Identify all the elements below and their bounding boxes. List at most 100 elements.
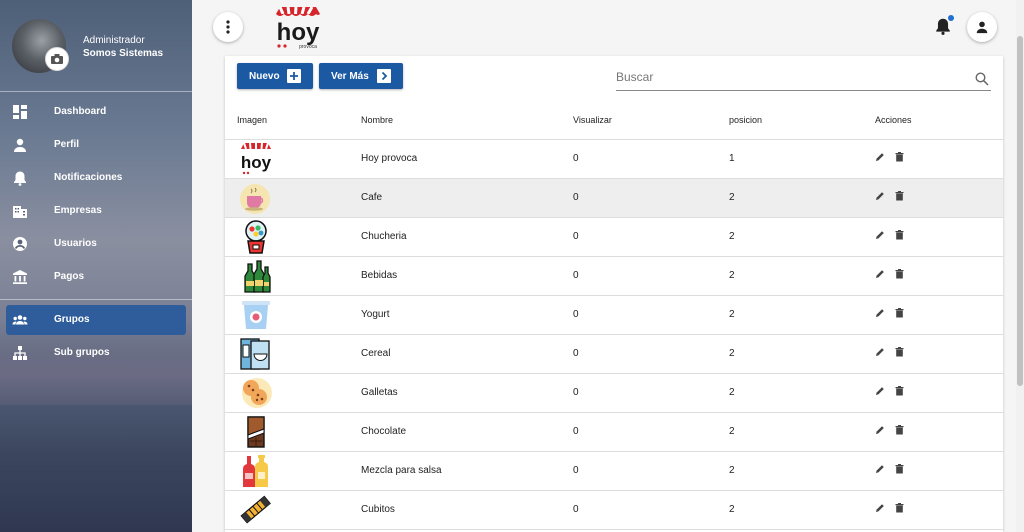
table-header-row: Imagen Nombre Visualizar posicion Accion… <box>225 101 1003 140</box>
table-row[interactable]: Cubitos 0 2 <box>225 490 1003 530</box>
view-more-button[interactable]: Ver Más <box>319 63 403 89</box>
cell-posicion: 2 <box>729 451 875 491</box>
new-button[interactable]: Nuevo <box>237 63 313 89</box>
view-more-button-label: Ver Más <box>331 70 369 82</box>
delete-icon[interactable] <box>895 386 904 396</box>
nav-label: Empresas <box>54 205 102 216</box>
edit-icon[interactable] <box>875 386 885 396</box>
nav-item-usuarios[interactable]: Usuarios <box>6 229 186 259</box>
gumball-machine-icon <box>245 219 267 254</box>
search-icon[interactable] <box>975 72 989 86</box>
cell-name: Galletas <box>361 373 573 413</box>
cell-visualizar: 0 <box>573 412 729 452</box>
delete-icon[interactable] <box>895 464 904 474</box>
notifications-button[interactable] <box>934 15 954 36</box>
user-name: Administrador Somos Sistemas <box>83 34 163 60</box>
cell-posicion: 2 <box>729 373 875 413</box>
cell-name: Chocolate <box>361 412 573 452</box>
edit-icon[interactable] <box>875 464 885 474</box>
nav-item-grupos[interactable]: Grupos <box>6 305 186 335</box>
user-role: Administrador <box>83 35 145 46</box>
cell-name: Mezcla para salsa <box>361 451 573 491</box>
table-row[interactable]: Bebidas 0 2 <box>225 256 1003 296</box>
nav-item-dashboard[interactable]: Dashboard <box>6 97 186 127</box>
cell-posicion: 2 <box>729 334 875 374</box>
nav-label: Pagos <box>54 271 85 282</box>
more-vert-icon <box>226 20 230 34</box>
edit-icon[interactable] <box>875 230 885 240</box>
edit-icon[interactable] <box>875 269 885 279</box>
delete-icon[interactable] <box>895 425 904 435</box>
column-header-imagen[interactable]: Imagen <box>225 101 361 140</box>
cell-name: Chucheria <box>361 217 573 257</box>
groups-icon <box>12 315 28 325</box>
notification-dot <box>948 15 954 21</box>
table-row[interactable]: Yogurt 0 2 <box>225 295 1003 335</box>
plus-icon <box>287 69 301 83</box>
top-bar: hoy provoca <box>192 0 1024 56</box>
nav-label: Perfil <box>54 139 80 150</box>
edit-icon[interactable] <box>875 152 885 162</box>
delete-icon[interactable] <box>895 152 904 162</box>
cell-name: Cubitos <box>361 490 573 530</box>
bank-icon <box>13 270 27 284</box>
hoy-provoca-logo[interactable]: hoy provoca <box>270 4 326 50</box>
new-button-label: Nuevo <box>249 70 280 82</box>
edit-icon[interactable] <box>875 308 885 318</box>
page-scrollbar[interactable] <box>1016 0 1024 532</box>
bottles-icon <box>244 259 271 293</box>
account-button[interactable] <box>967 12 997 42</box>
delete-icon[interactable] <box>895 230 904 240</box>
nav-item-notificaciones[interactable]: Notificaciones <box>6 163 186 193</box>
edit-icon[interactable] <box>875 347 885 357</box>
nav-item-perfil[interactable]: Perfil <box>6 130 186 160</box>
cookies-icon <box>242 377 272 408</box>
column-header-posicion[interactable]: posicion <box>729 101 875 140</box>
edit-icon[interactable] <box>875 191 885 201</box>
nav-label: Sub grupos <box>54 347 110 358</box>
cell-name: Bebidas <box>361 256 573 296</box>
cell-name: Cereal <box>361 334 573 374</box>
camera-icon[interactable] <box>45 47 69 71</box>
delete-icon[interactable] <box>895 503 904 513</box>
column-header-nombre[interactable]: Nombre <box>361 101 573 140</box>
delete-icon[interactable] <box>895 308 904 318</box>
edit-icon[interactable] <box>875 425 885 435</box>
delete-icon[interactable] <box>895 191 904 201</box>
nav-item-sub-grupos[interactable]: Sub grupos <box>6 338 186 368</box>
background-sea <box>0 405 192 532</box>
chocolate-bar-icon <box>247 415 265 448</box>
nav-label: Grupos <box>54 314 90 325</box>
menu-button[interactable] <box>213 12 243 42</box>
dashboard-icon <box>13 105 27 119</box>
nav-item-empresas[interactable]: Empresas <box>6 196 186 226</box>
cell-posicion: 2 <box>729 295 875 335</box>
coffee-cup-icon <box>240 183 270 214</box>
cell-visualizar: 0 <box>573 295 729 335</box>
search-input[interactable] <box>616 70 956 84</box>
table-row[interactable]: hoy Hoy provoca 0 1 <box>225 139 1003 179</box>
table-row[interactable]: Mezcla para salsa 0 2 <box>225 451 1003 491</box>
delete-icon[interactable] <box>895 347 904 357</box>
svg-text:hoy: hoy <box>241 153 272 172</box>
bell-icon <box>14 171 26 186</box>
table-row[interactable]: Galletas 0 2 <box>225 373 1003 413</box>
table-row[interactable]: Cereal 0 2 <box>225 334 1003 374</box>
nav-divider <box>0 299 192 300</box>
groups-table: Imagen Nombre Visualizar posicion Accion… <box>225 101 1003 530</box>
person-icon <box>14 138 26 152</box>
scrollbar-thumb[interactable] <box>1017 36 1023 386</box>
table-row[interactable]: Cafe 0 2 <box>225 178 1003 218</box>
table-row[interactable]: Chocolate 0 2 <box>225 412 1003 452</box>
chevron-right-icon <box>377 69 391 83</box>
cell-posicion: 1 <box>729 139 875 179</box>
nav-label: Dashboard <box>54 106 107 117</box>
search-field[interactable] <box>616 64 991 91</box>
bouillon-cubes-icon <box>240 495 271 524</box>
table-row[interactable]: Chucheria 0 2 <box>225 217 1003 257</box>
cell-posicion: 2 <box>729 490 875 530</box>
nav-item-pagos[interactable]: Pagos <box>6 262 186 292</box>
delete-icon[interactable] <box>895 269 904 279</box>
edit-icon[interactable] <box>875 503 885 513</box>
column-header-visualizar[interactable]: Visualizar <box>573 101 729 140</box>
